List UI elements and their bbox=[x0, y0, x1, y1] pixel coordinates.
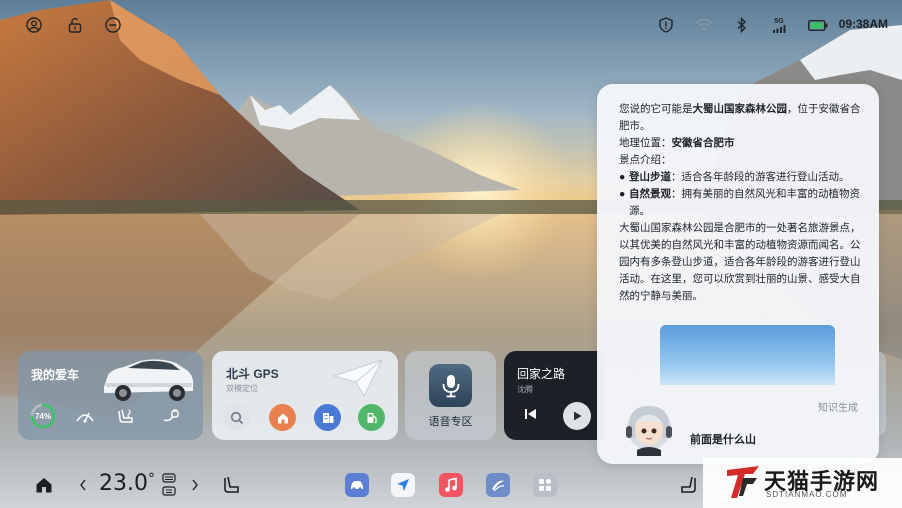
navigation-app-icon[interactable] bbox=[391, 473, 415, 497]
home-button[interactable] bbox=[34, 475, 54, 495]
answer-bullet-scenery: ● 自然景观：拥有美丽的自然风光和丰富的动植物资源。 bbox=[619, 188, 860, 217]
answer-paragraph: 大蜀山国家森林公园是合肥市的一处著名旅游景点，以其优美的自然风光和丰富的动植物资… bbox=[619, 222, 861, 302]
music-app-icon[interactable] bbox=[439, 473, 463, 497]
watermark-url: SDTIANMAO.COM bbox=[766, 490, 848, 499]
media-app-icon[interactable] bbox=[486, 473, 510, 497]
wiper-icon[interactable] bbox=[73, 404, 97, 428]
voice-zone-card[interactable]: 语音专区 bbox=[405, 351, 496, 440]
status-time: 09:38AM bbox=[838, 17, 888, 31]
chevron-left-icon bbox=[80, 479, 86, 491]
status-bar: 5G 09:38AM bbox=[0, 0, 902, 50]
assistant-answer: 您说的它可能是大蜀山国家森林公园，位于安徽省合肥市。 地理位置：安徽省合肥市 景… bbox=[619, 101, 863, 305]
signal-5g-icon: 5G bbox=[770, 16, 788, 34]
microphone-icon[interactable] bbox=[429, 364, 472, 407]
car-app-icon[interactable] bbox=[345, 473, 369, 497]
charging-icon[interactable] bbox=[158, 404, 182, 428]
network-label: 5G bbox=[774, 17, 784, 25]
my-car-card[interactable]: 我的爱车 74% bbox=[18, 351, 203, 440]
gps-card[interactable]: 北斗 GPS 双模定位 bbox=[212, 351, 398, 440]
ac-mode-button[interactable] bbox=[160, 472, 178, 498]
battery-percent-label: 74% bbox=[34, 411, 51, 421]
paper-plane-icon bbox=[332, 359, 383, 398]
search-icon[interactable] bbox=[223, 404, 250, 431]
home-icon[interactable] bbox=[269, 404, 296, 431]
play-button[interactable] bbox=[563, 402, 591, 430]
answer-image[interactable] bbox=[660, 325, 835, 385]
temperature-display: 23.0° bbox=[99, 471, 155, 496]
gps-card-subtitle: 双模定位 bbox=[226, 384, 258, 393]
previous-track-icon[interactable] bbox=[523, 406, 539, 427]
battery-level-gauge: 74% bbox=[30, 403, 56, 429]
seat-left-button[interactable] bbox=[222, 474, 242, 496]
seat-right-icon bbox=[681, 476, 696, 493]
shield-icon bbox=[657, 16, 675, 34]
temperature-value: 23.0 bbox=[99, 471, 148, 496]
battery-icon bbox=[808, 16, 828, 34]
ac-vent-icon bbox=[162, 473, 176, 496]
voice-zone-label: 语音专区 bbox=[428, 416, 473, 428]
car-card-title: 我的爱车 bbox=[31, 368, 80, 382]
user-icon[interactable] bbox=[25, 16, 43, 34]
answer-location: 地理位置：安徽省合肥市 bbox=[619, 137, 735, 149]
song-artist: 沈腾 bbox=[517, 385, 533, 394]
temperature-unit: ° bbox=[147, 471, 155, 487]
seat-icon bbox=[224, 476, 239, 493]
apps-grid-icon[interactable] bbox=[533, 473, 557, 497]
wifi-icon bbox=[695, 16, 713, 34]
user-query: 前面是什么山 bbox=[690, 434, 756, 446]
music-card[interactable]: 回家之路 沈腾 bbox=[504, 351, 604, 440]
gas-station-icon[interactable] bbox=[358, 404, 385, 431]
bluetooth-icon bbox=[733, 16, 751, 34]
gps-card-title: 北斗 GPS bbox=[226, 367, 279, 381]
chevron-right-icon bbox=[192, 479, 198, 491]
answer-intro: 您说的它可能是大蜀山国家森林公园，位于安徽省合肥市。 bbox=[619, 103, 861, 132]
seat-heat-icon[interactable] bbox=[115, 404, 139, 428]
song-title: 回家之路 bbox=[517, 367, 566, 381]
answer-bullet-trail: ● 登山步道：适合各年龄段的游客进行登山活动。 bbox=[619, 171, 850, 183]
assistant-avatar bbox=[626, 406, 672, 456]
watermark-logo bbox=[727, 466, 759, 498]
minus-circle-icon[interactable] bbox=[104, 16, 122, 34]
home-nav-icon bbox=[36, 478, 52, 493]
temp-decrease-button[interactable] bbox=[77, 478, 89, 492]
play-icon bbox=[574, 411, 582, 421]
assistant-chat-panel: 您说的它可能是大蜀山国家森林公园，位于安徽省合肥市。 地理位置：安徽省合肥市 景… bbox=[597, 84, 879, 464]
knowledge-generated-label: 知识生成 bbox=[818, 403, 858, 414]
lock-icon[interactable] bbox=[66, 16, 84, 34]
temp-increase-button[interactable] bbox=[189, 478, 201, 492]
seat-right-button[interactable] bbox=[678, 474, 698, 496]
answer-scenic-label: 景点介绍： bbox=[619, 154, 672, 166]
car-image bbox=[104, 359, 194, 401]
company-icon[interactable] bbox=[314, 404, 341, 431]
